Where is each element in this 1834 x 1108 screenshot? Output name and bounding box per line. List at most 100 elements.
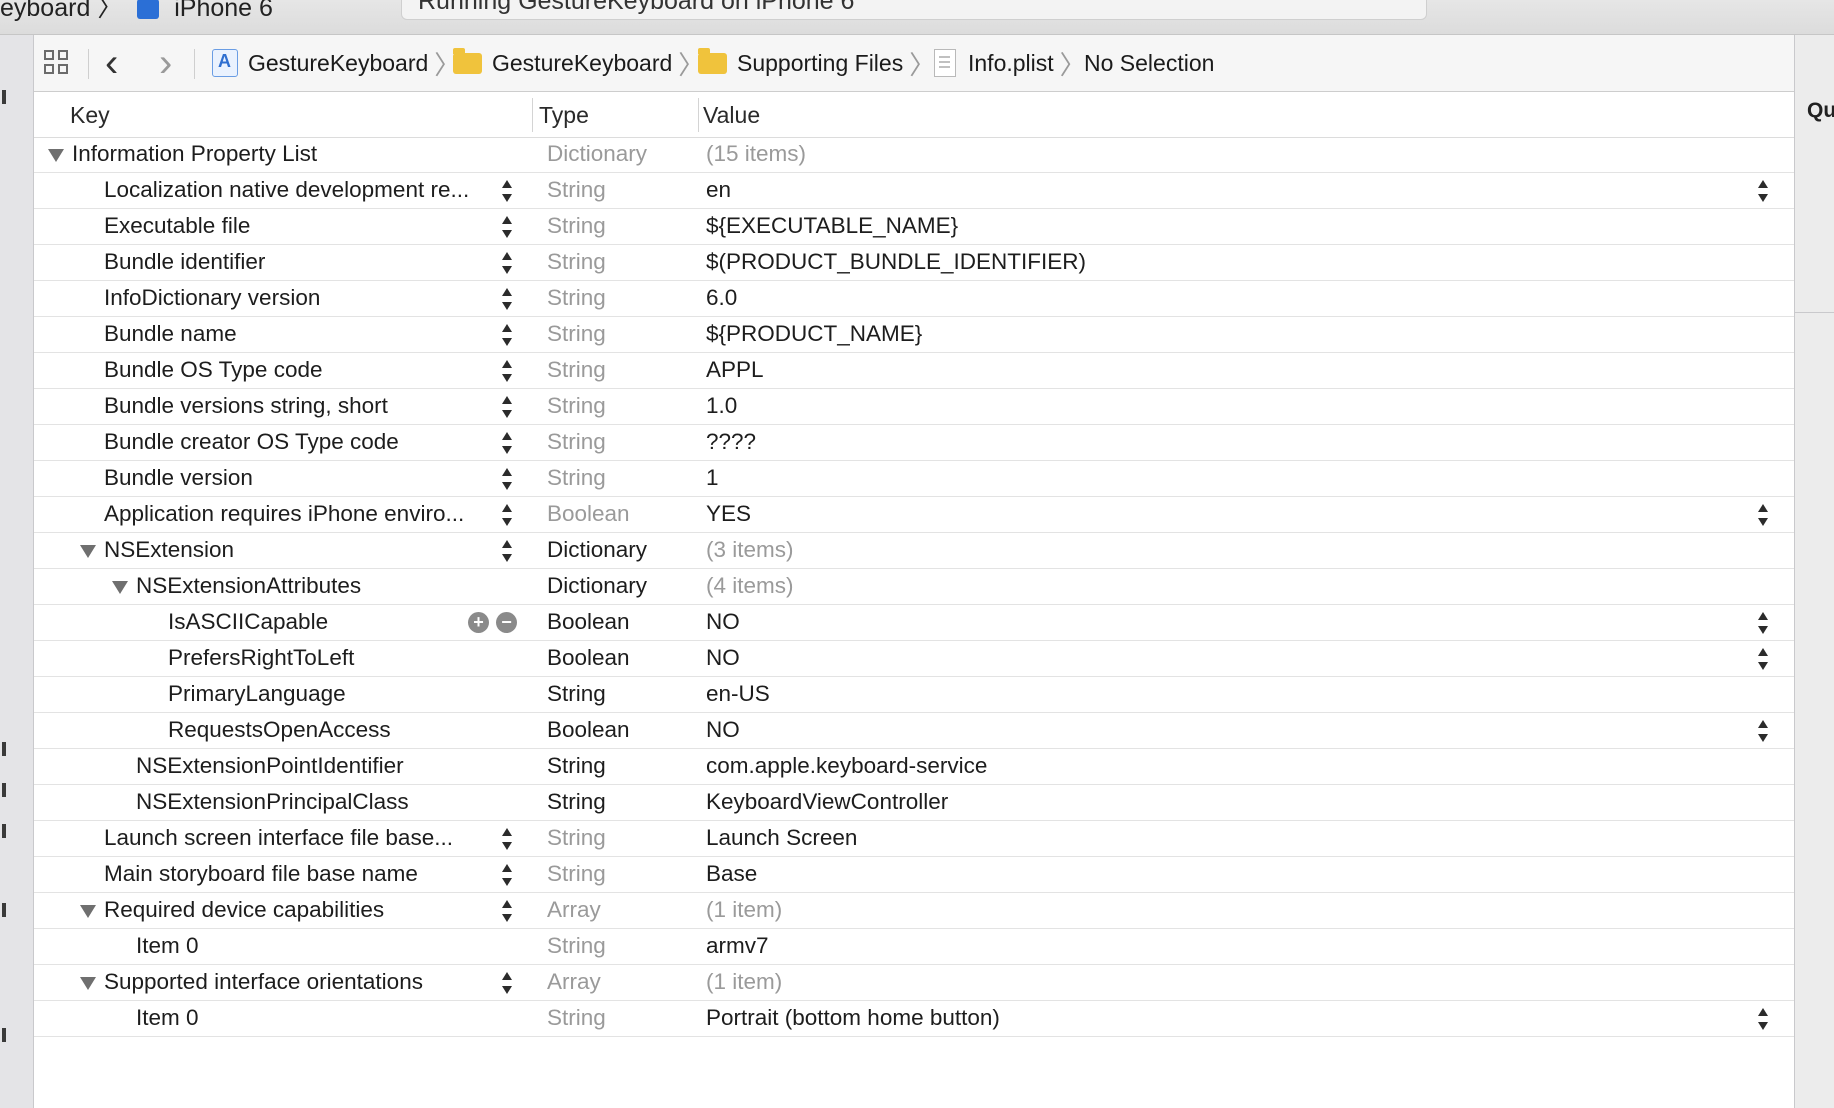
- value-cell[interactable]: en-US: [706, 681, 770, 707]
- remove-row-icon[interactable]: −: [496, 612, 517, 633]
- table-row[interactable]: Information Property List Dictionary (15…: [34, 137, 1794, 173]
- disclosure-triangle-icon[interactable]: [80, 545, 96, 558]
- breadcrumb-project[interactable]: GestureKeyboard 〉: [212, 35, 460, 91]
- chevron-left-icon: ‹: [105, 41, 119, 85]
- table-row[interactable]: NSExtension Dictionary (3 items): [34, 533, 1794, 569]
- key-popup-stepper-icon[interactable]: [500, 504, 514, 528]
- table-row[interactable]: Localization native development re... St…: [34, 173, 1794, 209]
- breadcrumb-selection[interactable]: No Selection: [1084, 35, 1214, 91]
- key-popup-stepper-icon[interactable]: [500, 396, 514, 420]
- table-row[interactable]: Bundle identifier String $(PRODUCT_BUNDL…: [34, 245, 1794, 281]
- value-popup-stepper-icon[interactable]: [1756, 504, 1770, 528]
- key-popup-stepper-icon[interactable]: [500, 252, 514, 276]
- value-cell[interactable]: KeyboardViewController: [706, 789, 948, 815]
- key-popup-stepper-icon[interactable]: [500, 864, 514, 888]
- value-popup-stepper-icon[interactable]: [1756, 180, 1770, 204]
- key-cell: Bundle versions string, short: [104, 393, 388, 418]
- key-popup-stepper-icon[interactable]: [500, 360, 514, 384]
- value-cell[interactable]: Portrait (bottom home button): [706, 1005, 1000, 1031]
- back-button[interactable]: ‹: [105, 35, 118, 91]
- row-add-remove-controls: + −: [468, 612, 518, 634]
- table-row[interactable]: Bundle versions string, short String 1.0: [34, 389, 1794, 425]
- table-row[interactable]: Bundle OS Type code String APPL: [34, 353, 1794, 389]
- table-row[interactable]: Item 0 String armv7: [34, 929, 1794, 965]
- breadcrumb-chevron-icon: 〉: [909, 49, 936, 80]
- navigator-edge: [0, 35, 34, 1108]
- related-items-button[interactable]: [44, 35, 70, 91]
- value-cell: (15 items): [706, 141, 807, 166]
- disclosure-triangle-icon[interactable]: [80, 977, 96, 990]
- value-popup-stepper-icon[interactable]: [1756, 612, 1770, 636]
- table-row[interactable]: Item 0 String Portrait (bottom home butt…: [34, 1001, 1794, 1037]
- value-cell[interactable]: 6.0: [706, 285, 737, 311]
- status-text: Running GestureKeyboard on iPhone 6: [418, 0, 855, 15]
- value-cell[interactable]: 1: [706, 465, 719, 491]
- table-row[interactable]: Executable file String ${EXECUTABLE_NAME…: [34, 209, 1794, 245]
- table-row[interactable]: RequestsOpenAccess Boolean NO: [34, 713, 1794, 749]
- value-cell[interactable]: 1.0: [706, 393, 737, 419]
- value-cell[interactable]: Base: [706, 861, 757, 887]
- value-cell[interactable]: $(PRODUCT_BUNDLE_IDENTIFIER): [706, 249, 1086, 275]
- forward-button[interactable]: ›: [159, 35, 172, 91]
- key-popup-stepper-icon[interactable]: [500, 540, 514, 564]
- table-row[interactable]: Bundle name String ${PRODUCT_NAME}: [34, 317, 1794, 353]
- table-row[interactable]: NSExtensionAttributes Dictionary (4 item…: [34, 569, 1794, 605]
- column-resizer[interactable]: [532, 98, 533, 132]
- table-row[interactable]: Main storyboard file base name String Ba…: [34, 857, 1794, 893]
- value-popup-stepper-icon[interactable]: [1756, 648, 1770, 672]
- value-cell[interactable]: YES: [706, 501, 751, 527]
- table-row[interactable]: PrimaryLanguage String en-US: [34, 677, 1794, 713]
- key-popup-stepper-icon[interactable]: [500, 432, 514, 456]
- key-popup-stepper-icon[interactable]: [500, 288, 514, 312]
- type-cell: Dictionary: [547, 537, 648, 562]
- disclosure-triangle-icon[interactable]: [48, 149, 64, 162]
- column-header-key[interactable]: Key: [70, 102, 110, 129]
- column-header-type[interactable]: Type: [539, 102, 589, 129]
- disclosure-triangle-icon[interactable]: [80, 905, 96, 918]
- table-row[interactable]: Bundle version String 1: [34, 461, 1794, 497]
- value-cell[interactable]: NO: [706, 609, 740, 635]
- table-row[interactable]: NSExtensionPrincipalClass String Keyboar…: [34, 785, 1794, 821]
- key-popup-stepper-icon[interactable]: [500, 468, 514, 492]
- breadcrumb-group[interactable]: GestureKeyboard 〉: [453, 35, 704, 91]
- table-row[interactable]: PrefersRightToLeft Boolean NO: [34, 641, 1794, 677]
- table-row[interactable]: IsASCIICapable + − Boolean NO: [34, 605, 1794, 641]
- value-cell[interactable]: NO: [706, 717, 740, 743]
- value-cell[interactable]: Launch Screen: [706, 825, 857, 851]
- value-cell[interactable]: com.apple.keyboard-service: [706, 753, 987, 779]
- gutter-marker: [2, 742, 6, 756]
- breadcrumb-file[interactable]: Info.plist 〉: [934, 35, 1086, 91]
- value-cell[interactable]: armv7: [706, 933, 769, 959]
- key-popup-stepper-icon[interactable]: [500, 900, 514, 924]
- add-row-icon[interactable]: +: [468, 612, 489, 633]
- table-row[interactable]: Launch screen interface file base... Str…: [34, 821, 1794, 857]
- value-popup-stepper-icon[interactable]: [1756, 720, 1770, 744]
- key-popup-stepper-icon[interactable]: [500, 828, 514, 852]
- table-row[interactable]: Supported interface orientations Array (…: [34, 965, 1794, 1001]
- type-cell: String: [547, 1005, 606, 1030]
- column-resizer[interactable]: [698, 98, 699, 132]
- value-popup-stepper-icon[interactable]: [1756, 1008, 1770, 1032]
- value-cell[interactable]: ????: [706, 429, 756, 455]
- value-cell[interactable]: NO: [706, 645, 740, 671]
- table-row[interactable]: NSExtensionPointIdentifier String com.ap…: [34, 749, 1794, 785]
- column-header-value[interactable]: Value: [703, 102, 760, 129]
- key-popup-stepper-icon[interactable]: [500, 180, 514, 204]
- key-popup-stepper-icon[interactable]: [500, 324, 514, 348]
- key-popup-stepper-icon[interactable]: [500, 972, 514, 996]
- key-cell: Information Property List: [72, 141, 318, 166]
- table-row[interactable]: Application requires iPhone enviro... Bo…: [34, 497, 1794, 533]
- value-cell[interactable]: en: [706, 177, 731, 203]
- value-cell[interactable]: ${PRODUCT_NAME}: [706, 321, 922, 347]
- breadcrumb-supporting-files[interactable]: Supporting Files 〉: [698, 35, 935, 91]
- table-row[interactable]: Bundle creator OS Type code String ????: [34, 425, 1794, 461]
- scheme-selector[interactable]: eyboard 〉 iPhone 6: [0, 0, 273, 24]
- key-popup-stepper-icon[interactable]: [500, 216, 514, 240]
- disclosure-triangle-icon[interactable]: [112, 581, 128, 594]
- type-cell: Array: [547, 969, 601, 994]
- table-row[interactable]: Required device capabilities Array (1 it…: [34, 893, 1794, 929]
- type-cell: String: [547, 249, 606, 274]
- value-cell[interactable]: ${EXECUTABLE_NAME}: [706, 213, 958, 239]
- table-row[interactable]: InfoDictionary version String 6.0: [34, 281, 1794, 317]
- value-cell[interactable]: APPL: [706, 357, 764, 383]
